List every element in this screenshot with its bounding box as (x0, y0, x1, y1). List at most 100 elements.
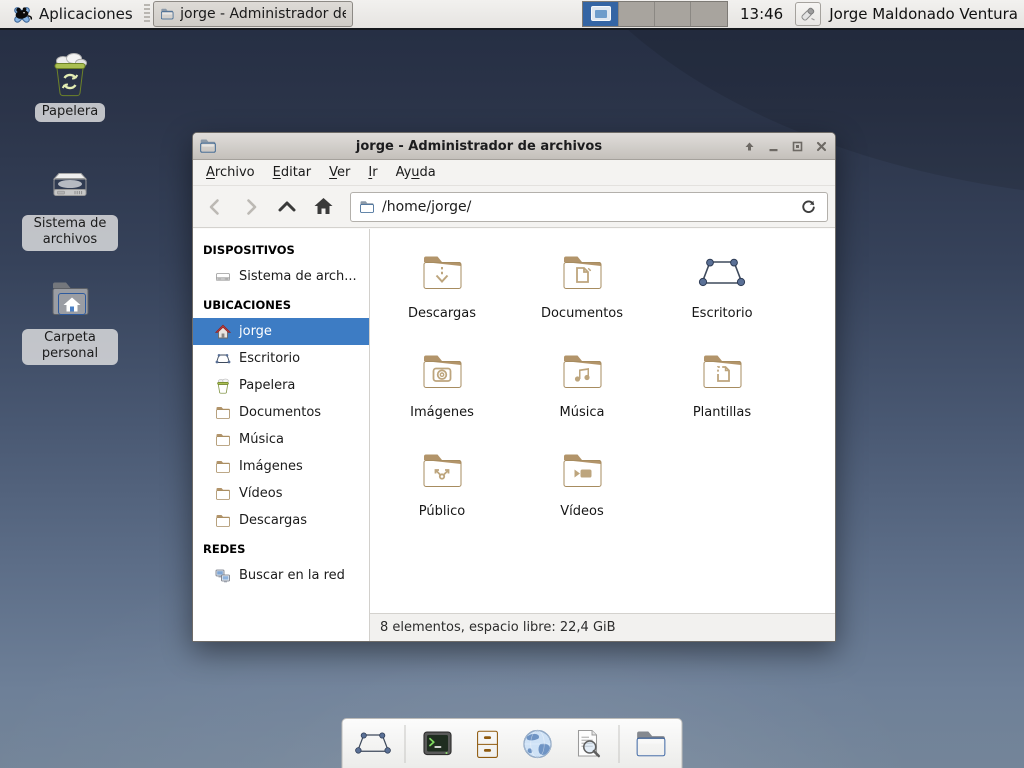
folder-images-icon (418, 348, 466, 396)
maximize-button[interactable] (789, 138, 805, 154)
desktop-icon (215, 351, 231, 367)
file-manager-launcher[interactable] (633, 725, 670, 762)
titlebar[interactable]: jorge - Administrador de archivos (193, 133, 835, 160)
sidebar-item-papelera[interactable]: Papelera (193, 372, 369, 399)
sidebar-header-locations: UBICACIONES (193, 290, 369, 318)
applications-menu-button[interactable]: Aplicaciones (6, 1, 137, 27)
back-button[interactable] (198, 190, 232, 224)
file-plantillas[interactable]: Plantillas (652, 342, 792, 441)
file-manager-window: jorge - Administrador de archivos Archiv… (192, 132, 836, 642)
sidebar-item-escritorio[interactable]: Escritorio (193, 345, 369, 372)
file-cabinet-icon (470, 726, 504, 762)
path-entry[interactable]: /home/jorge/ (350, 192, 828, 222)
session-action-button[interactable] (795, 2, 821, 26)
toolbar: /home/jorge/ (193, 186, 835, 228)
file-manager-icon (160, 6, 174, 22)
trash-icon (215, 378, 231, 394)
drive-icon (215, 269, 231, 285)
desktop-icon (698, 249, 746, 297)
menu-editar[interactable]: Editar (264, 161, 321, 184)
file-musica[interactable]: Música (512, 342, 652, 441)
menu-ayuda[interactable]: Ayuda (387, 161, 445, 184)
hard-drive-icon (46, 162, 94, 210)
sidebar-item-documentos[interactable]: Documentos (193, 399, 369, 426)
dock-separator (619, 725, 620, 763)
web-browser-launcher[interactable] (519, 725, 556, 762)
up-button[interactable] (270, 190, 304, 224)
menu-archivo[interactable]: Archivo (197, 161, 264, 184)
folder-documents-icon (558, 249, 606, 297)
folder-music-icon (558, 348, 606, 396)
home-button[interactable] (306, 190, 340, 224)
folder-icon (215, 486, 231, 502)
workspace-2[interactable] (619, 2, 655, 26)
forward-button[interactable] (234, 190, 268, 224)
network-icon (215, 568, 231, 584)
tasklist-handle[interactable] (144, 4, 150, 24)
desktop-icon-carpeta-personal[interactable]: Carpeta personal (22, 276, 118, 365)
username-label: Jorge Maldonado Ventura (829, 5, 1018, 23)
sidebar-header-devices: DISPOSITIVOS (193, 235, 369, 263)
folder-icon (215, 432, 231, 448)
sidebar-item-videos[interactable]: Vídeos (193, 480, 369, 507)
desktop-icon-sistema-de-archivos[interactable]: Sistema de archivos (22, 162, 118, 251)
desktop-icon-papelera[interactable]: Papelera (22, 50, 118, 122)
search-launcher[interactable] (569, 725, 606, 762)
taskbar-window-label: jorge - Administrador de... (180, 6, 346, 22)
location-folder-icon (359, 199, 375, 215)
file-descargas[interactable]: Descargas (372, 243, 512, 342)
clock: 13:46 (740, 5, 783, 23)
menubar: Archivo Editar Ver Ir Ayuda (193, 160, 835, 186)
file-escritorio[interactable]: Escritorio (652, 243, 792, 342)
file-documentos[interactable]: Documentos (512, 243, 652, 342)
desktop: Aplicaciones jorge - Administrador de...… (0, 0, 1024, 768)
window-title: jorge - Administrador de archivos (217, 139, 741, 154)
sidebar-item-buscar-en-la-red[interactable]: Buscar en la red (193, 562, 369, 589)
show-desktop-button[interactable] (355, 725, 392, 762)
desktop-icon-label: Papelera (35, 103, 105, 122)
sidebar-item-jorge[interactable]: jorge (193, 318, 369, 345)
file-publico[interactable]: Público (372, 441, 512, 540)
dock (342, 718, 683, 768)
workspace-3[interactable] (655, 2, 691, 26)
file-cabinet-launcher[interactable] (469, 725, 506, 762)
desktop-icon-label: Carpeta personal (22, 329, 118, 365)
folder-icon (215, 405, 231, 421)
main-view: Descargas Documentos (370, 229, 835, 641)
sidebar-item-descargas[interactable]: Descargas (193, 507, 369, 534)
folder-icon (215, 459, 231, 475)
file-videos[interactable]: Vídeos (512, 441, 652, 540)
sidebar-item-musica[interactable]: Música (193, 426, 369, 453)
reload-button[interactable] (797, 196, 819, 218)
blue-folder-icon (633, 725, 670, 762)
sidebar-item-sistema-de-archivos[interactable]: Sistema de arch... (193, 263, 369, 290)
search-document-icon (569, 726, 605, 762)
terminal-icon (419, 726, 455, 762)
home-icon (215, 324, 231, 340)
eraser-icon (799, 5, 817, 23)
terminal-launcher[interactable] (419, 725, 456, 762)
workspace-4[interactable] (691, 2, 727, 26)
taskbar-window-button[interactable]: jorge - Administrador de... (153, 1, 353, 27)
sidebar-item-imagenes[interactable]: Imágenes (193, 453, 369, 480)
workspace-window-thumbnail (591, 6, 611, 21)
side-pane: DISPOSITIVOS Sistema de arch... UBICACIO… (193, 229, 370, 641)
path-text: /home/jorge/ (382, 199, 790, 215)
desktop-icon-label: Sistema de archivos (22, 215, 118, 251)
folder-downloads-icon (418, 249, 466, 297)
window-icon (199, 137, 217, 155)
folder-icon (215, 513, 231, 529)
menu-ver[interactable]: Ver (320, 161, 359, 184)
trash-full-icon (46, 50, 94, 98)
globe-icon (519, 726, 555, 762)
sidebar-header-network: REDES (193, 534, 369, 562)
workspace-1[interactable] (583, 2, 619, 26)
menu-ir[interactable]: Ir (359, 161, 386, 184)
close-button[interactable] (813, 138, 829, 154)
file-imagenes[interactable]: Imágenes (372, 342, 512, 441)
folder-videos-icon (558, 447, 606, 495)
shade-button[interactable] (741, 138, 757, 154)
minimize-button[interactable] (765, 138, 781, 154)
dock-separator (405, 725, 406, 763)
show-desktop-icon (355, 725, 392, 762)
